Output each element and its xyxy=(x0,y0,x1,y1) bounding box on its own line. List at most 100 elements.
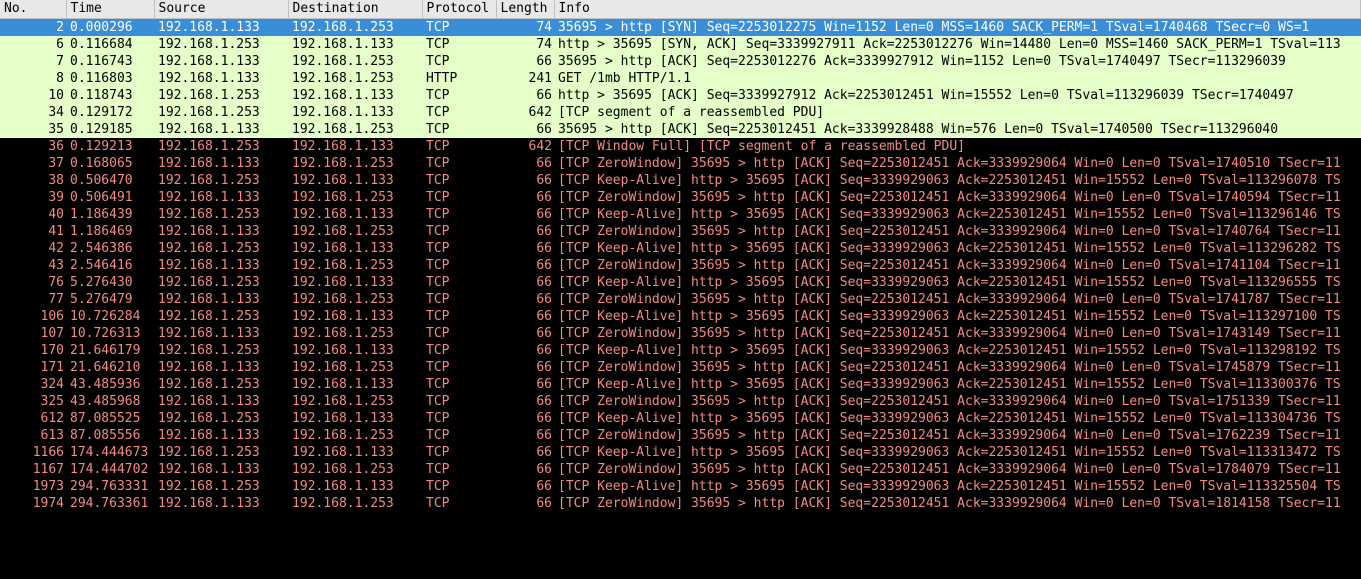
cell-destination: 192.168.1.133 xyxy=(288,36,422,53)
packet-table-body[interactable]: 20.000296192.168.1.133192.168.1.253TCP74… xyxy=(0,18,1361,512)
cell-source: 192.168.1.253 xyxy=(154,308,288,325)
cell-info: [TCP Keep-Alive] http > 35695 [ACK] Seq=… xyxy=(554,376,1361,393)
cell-length: 66 xyxy=(496,461,554,478)
cell-length: 66 xyxy=(496,376,554,393)
cell-source: 192.168.1.253 xyxy=(154,444,288,461)
cell-destination: 192.168.1.133 xyxy=(288,342,422,359)
cell-no: 325 xyxy=(0,393,66,410)
cell-protocol: TCP xyxy=(422,155,496,172)
table-row[interactable]: 422.546386192.168.1.253192.168.1.133TCP6… xyxy=(0,240,1361,257)
cell-protocol: TCP xyxy=(422,53,496,70)
table-row[interactable]: 61287.085525192.168.1.253192.168.1.133TC… xyxy=(0,410,1361,427)
cell-protocol: TCP xyxy=(422,36,496,53)
cell-source: 192.168.1.133 xyxy=(154,70,288,87)
table-row[interactable]: 390.506491192.168.1.133192.168.1.253TCP6… xyxy=(0,189,1361,206)
column-header-info[interactable]: Info xyxy=(554,0,1361,18)
cell-time: 0.129172 xyxy=(66,104,154,121)
cell-time: 0.506491 xyxy=(66,189,154,206)
cell-protocol: TCP xyxy=(422,121,496,138)
cell-length: 74 xyxy=(496,18,554,36)
cell-destination: 192.168.1.133 xyxy=(288,138,422,155)
cell-protocol: TCP xyxy=(422,393,496,410)
cell-source: 192.168.1.133 xyxy=(154,155,288,172)
cell-info: GET /1mb HTTP/1.1 xyxy=(554,70,1361,87)
table-row[interactable]: 17021.646179192.168.1.253192.168.1.133TC… xyxy=(0,342,1361,359)
cell-time: 1.186469 xyxy=(66,223,154,240)
cell-no: 43 xyxy=(0,257,66,274)
cell-protocol: TCP xyxy=(422,138,496,155)
cell-no: 35 xyxy=(0,121,66,138)
cell-no: 1167 xyxy=(0,461,66,478)
cell-time: 10.726313 xyxy=(66,325,154,342)
table-row[interactable]: 17121.646210192.168.1.133192.168.1.253TC… xyxy=(0,359,1361,376)
cell-info: [TCP ZeroWindow] 35695 > http [ACK] Seq=… xyxy=(554,393,1361,410)
cell-destination: 192.168.1.253 xyxy=(288,155,422,172)
table-row[interactable]: 340.129172192.168.1.253192.168.1.133TCP6… xyxy=(0,104,1361,121)
cell-no: 37 xyxy=(0,155,66,172)
column-header-protocol[interactable]: Protocol xyxy=(422,0,496,18)
column-header-length[interactable]: Length xyxy=(496,0,554,18)
cell-destination: 192.168.1.253 xyxy=(288,325,422,342)
column-header-source[interactable]: Source xyxy=(154,0,288,18)
cell-source: 192.168.1.133 xyxy=(154,393,288,410)
cell-protocol: TCP xyxy=(422,104,496,121)
cell-time: 87.085556 xyxy=(66,427,154,444)
table-row[interactable]: 32443.485936192.168.1.253192.168.1.133TC… xyxy=(0,376,1361,393)
cell-source: 192.168.1.253 xyxy=(154,138,288,155)
table-header-row[interactable]: No. Time Source Destination Protocol Len… xyxy=(0,0,1361,18)
table-row[interactable]: 32543.485968192.168.1.133192.168.1.253TC… xyxy=(0,393,1361,410)
cell-protocol: TCP xyxy=(422,223,496,240)
table-row[interactable]: 401.186439192.168.1.253192.168.1.133TCP6… xyxy=(0,206,1361,223)
cell-info: [TCP Window Full] [TCP segment of a reas… xyxy=(554,138,1361,155)
cell-time: 1.186439 xyxy=(66,206,154,223)
table-row[interactable]: 350.129185192.168.1.133192.168.1.253TCP6… xyxy=(0,121,1361,138)
table-row[interactable]: 70.116743192.168.1.133192.168.1.253TCP66… xyxy=(0,53,1361,70)
table-row[interactable]: 80.116803192.168.1.133192.168.1.253HTTP2… xyxy=(0,70,1361,87)
cell-protocol: TCP xyxy=(422,172,496,189)
table-row[interactable]: 1167174.444702192.168.1.133192.168.1.253… xyxy=(0,461,1361,478)
table-row[interactable]: 380.506470192.168.1.253192.168.1.133TCP6… xyxy=(0,172,1361,189)
cell-protocol: TCP xyxy=(422,87,496,104)
table-row[interactable]: 1166174.444673192.168.1.253192.168.1.133… xyxy=(0,444,1361,461)
cell-destination: 192.168.1.253 xyxy=(288,257,422,274)
cell-source: 192.168.1.133 xyxy=(154,18,288,36)
cell-info: [TCP Keep-Alive] http > 35695 [ACK] Seq=… xyxy=(554,444,1361,461)
cell-length: 66 xyxy=(496,495,554,512)
cell-length: 66 xyxy=(496,478,554,495)
cell-info: [TCP segment of a reassembled PDU] xyxy=(554,104,1361,121)
cell-destination: 192.168.1.253 xyxy=(288,18,422,36)
column-header-destination[interactable]: Destination xyxy=(288,0,422,18)
cell-no: 36 xyxy=(0,138,66,155)
table-row[interactable]: 10710.726313192.168.1.133192.168.1.253TC… xyxy=(0,325,1361,342)
table-row[interactable]: 411.186469192.168.1.133192.168.1.253TCP6… xyxy=(0,223,1361,240)
table-row[interactable]: 100.118743192.168.1.253192.168.1.133TCP6… xyxy=(0,87,1361,104)
table-row[interactable]: 61387.085556192.168.1.133192.168.1.253TC… xyxy=(0,427,1361,444)
table-row[interactable]: 360.129213192.168.1.253192.168.1.133TCP6… xyxy=(0,138,1361,155)
cell-source: 192.168.1.133 xyxy=(154,359,288,376)
column-header-no[interactable]: No. xyxy=(0,0,66,18)
table-row[interactable]: 765.276430192.168.1.253192.168.1.133TCP6… xyxy=(0,274,1361,291)
cell-destination: 192.168.1.133 xyxy=(288,104,422,121)
table-row[interactable]: 432.546416192.168.1.133192.168.1.253TCP6… xyxy=(0,257,1361,274)
cell-no: 613 xyxy=(0,427,66,444)
cell-time: 0.118743 xyxy=(66,87,154,104)
cell-info: [TCP Keep-Alive] http > 35695 [ACK] Seq=… xyxy=(554,274,1361,291)
packet-table[interactable]: No. Time Source Destination Protocol Len… xyxy=(0,0,1361,512)
table-row[interactable]: 20.000296192.168.1.133192.168.1.253TCP74… xyxy=(0,18,1361,36)
table-row[interactable]: 370.168065192.168.1.133192.168.1.253TCP6… xyxy=(0,155,1361,172)
cell-protocol: TCP xyxy=(422,342,496,359)
cell-length: 66 xyxy=(496,410,554,427)
table-row[interactable]: 1973294.763331192.168.1.253192.168.1.133… xyxy=(0,478,1361,495)
cell-no: 1973 xyxy=(0,478,66,495)
table-row[interactable]: 10610.726284192.168.1.253192.168.1.133TC… xyxy=(0,308,1361,325)
cell-source: 192.168.1.133 xyxy=(154,121,288,138)
column-header-time[interactable]: Time xyxy=(66,0,154,18)
cell-time: 10.726284 xyxy=(66,308,154,325)
cell-no: 8 xyxy=(0,70,66,87)
cell-length: 66 xyxy=(496,189,554,206)
table-row[interactable]: 60.116684192.168.1.253192.168.1.133TCP74… xyxy=(0,36,1361,53)
cell-no: 77 xyxy=(0,291,66,308)
table-row[interactable]: 1974294.763361192.168.1.133192.168.1.253… xyxy=(0,495,1361,512)
cell-time: 87.085525 xyxy=(66,410,154,427)
table-row[interactable]: 775.276479192.168.1.133192.168.1.253TCP6… xyxy=(0,291,1361,308)
